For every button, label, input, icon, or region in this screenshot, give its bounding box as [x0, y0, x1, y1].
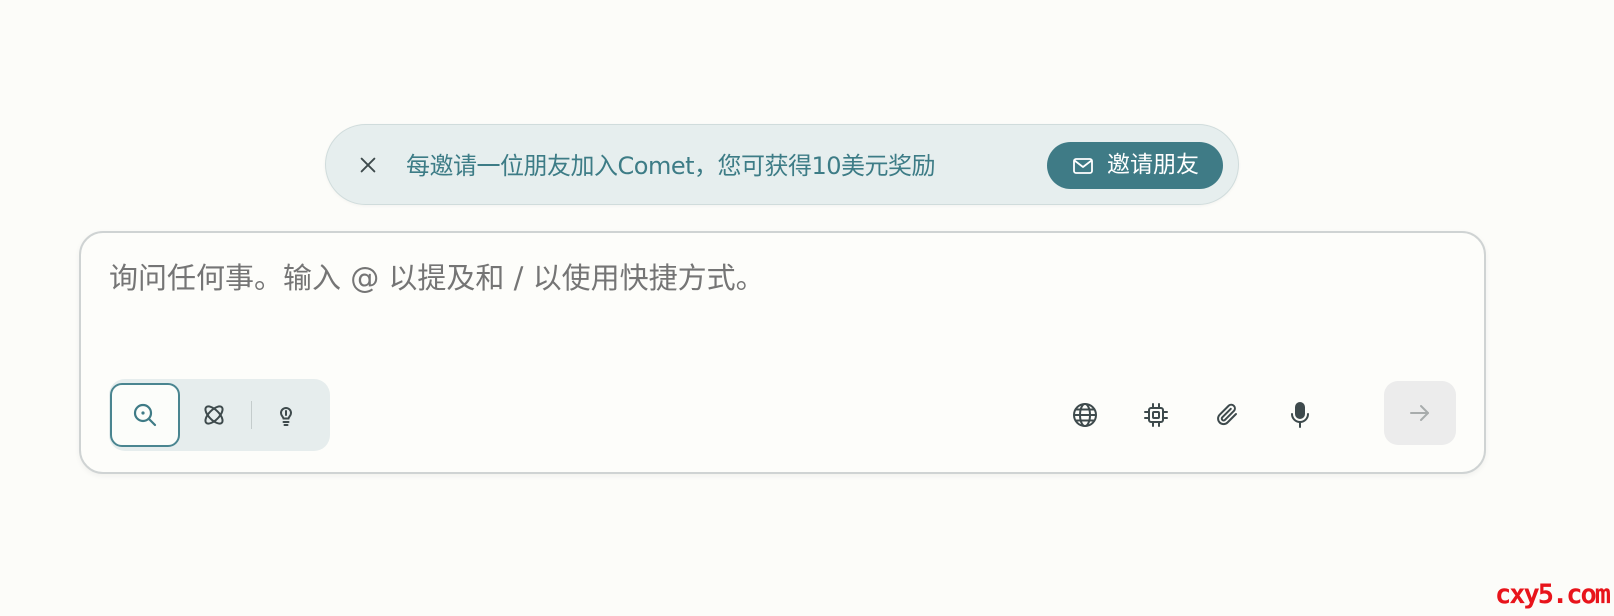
- close-icon: [360, 157, 376, 173]
- mail-icon: [1073, 157, 1093, 174]
- invite-banner-message: 每邀请一位朋友加入Comet，您可获得10美元奖励: [406, 152, 936, 180]
- attach-file-button[interactable]: [1201, 388, 1255, 442]
- ask-input[interactable]: [109, 255, 1409, 301]
- paperclip-icon: [1217, 403, 1237, 426]
- search-icon: [133, 403, 157, 427]
- voice-input-button[interactable]: [1273, 388, 1327, 442]
- model-select-button[interactable]: [1129, 388, 1183, 442]
- submit-button[interactable]: [1384, 381, 1456, 445]
- invite-friends-label: 邀请朋友: [1107, 152, 1199, 178]
- invite-banner: 每邀请一位朋友加入Comet，您可获得10美元奖励 邀请朋友: [325, 124, 1239, 205]
- mode-search-button[interactable]: [110, 383, 180, 447]
- mode-labs-button[interactable]: [251, 383, 321, 447]
- composer-card: [79, 231, 1486, 474]
- invite-friends-button[interactable]: 邀请朋友: [1047, 142, 1223, 189]
- arrow-right-icon: [1410, 405, 1429, 421]
- mode-selector: [109, 379, 330, 451]
- lightbulb-icon: [279, 407, 293, 426]
- close-banner-button[interactable]: [352, 149, 384, 181]
- microphone-icon: [1291, 402, 1309, 428]
- globe-icon: [1073, 403, 1097, 427]
- web-sources-button[interactable]: [1058, 388, 1112, 442]
- cpu-chip-icon: [1144, 403, 1168, 427]
- site-watermark: cxy5.com: [1494, 579, 1611, 610]
- atom-icon: [204, 405, 224, 425]
- mode-research-button[interactable]: [179, 383, 249, 447]
